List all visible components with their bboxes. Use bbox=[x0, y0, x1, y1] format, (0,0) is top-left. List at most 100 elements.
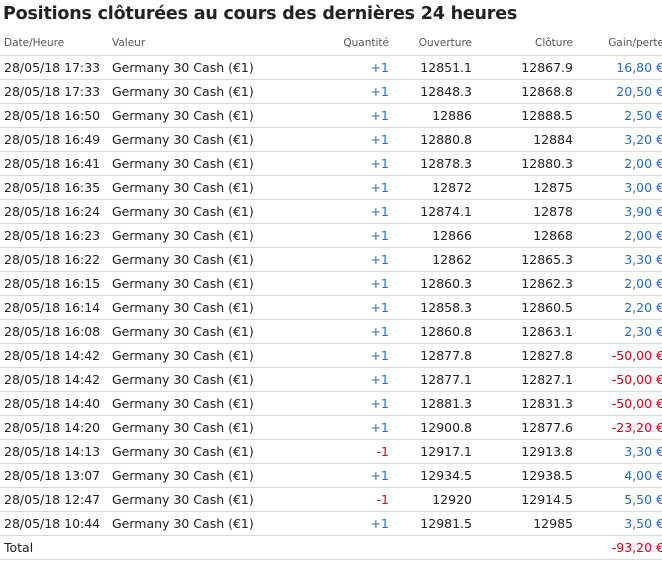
cell-date: 28/05/18 16:22 bbox=[0, 247, 108, 272]
cell-quantity: +1 bbox=[312, 295, 389, 320]
cell-date: 28/05/18 13:07 bbox=[0, 463, 108, 488]
table-row[interactable]: 28/05/18 16:41 Germany 30 Cash (€1) +1 1287… bbox=[0, 151, 662, 176]
table-row[interactable]: 28/05/18 14:13 Germany 30 Cash (€1) -1 1291… bbox=[0, 439, 662, 464]
cell-open: 12848.3 bbox=[389, 79, 472, 104]
column-header-pl[interactable]: Gain/perte bbox=[573, 31, 662, 56]
cell-pl: 2,00 € bbox=[573, 151, 662, 176]
cell-quantity: +1 bbox=[312, 79, 389, 104]
cell-date: 28/05/18 16:41 bbox=[0, 151, 108, 176]
cell-pl: 2,30 € bbox=[573, 319, 662, 344]
cell-open: 12862 bbox=[389, 247, 472, 272]
table-row[interactable]: 28/05/18 16:50 Germany 30 Cash (€1) +1 1288… bbox=[0, 103, 662, 128]
cell-date: 28/05/18 14:20 bbox=[0, 415, 108, 440]
cell-quantity: +1 bbox=[312, 103, 389, 128]
column-header-instrument[interactable]: Valeur bbox=[108, 31, 312, 56]
cell-pl: -50,00 € bbox=[573, 391, 662, 416]
table-header-row: Date/Heure Valeur Quantité Ouverture Clô… bbox=[0, 31, 662, 56]
column-header-close[interactable]: Clôture bbox=[472, 31, 573, 56]
cell-quantity: -1 bbox=[312, 439, 389, 464]
cell-date: 28/05/18 14:40 bbox=[0, 391, 108, 416]
cell-quantity: +1 bbox=[312, 391, 389, 416]
table-row[interactable]: 28/05/18 16:24 Germany 30 Cash (€1) +1 1287… bbox=[0, 199, 662, 224]
cell-open: 12886 bbox=[389, 103, 472, 128]
total-row: Total -93,20 € bbox=[0, 535, 662, 560]
cell-date: 28/05/18 16:24 bbox=[0, 199, 108, 224]
table-row[interactable]: 28/05/18 16:22 Germany 30 Cash (€1) +1 1286… bbox=[0, 247, 662, 272]
cell-pl: 3,50 € bbox=[573, 511, 662, 536]
cell-quantity: -1 bbox=[312, 487, 389, 512]
table-row[interactable]: 28/05/18 16:15 Germany 30 Cash (€1) +1 1286… bbox=[0, 271, 662, 296]
table-row[interactable]: 28/05/18 16:35 Germany 30 Cash (€1) +1 1287… bbox=[0, 175, 662, 200]
cell-instrument: Germany 30 Cash (€1) bbox=[108, 463, 312, 488]
table-row[interactable]: 28/05/18 16:08 Germany 30 Cash (€1) +1 1286… bbox=[0, 319, 662, 344]
cell-quantity: +1 bbox=[312, 367, 389, 392]
cell-open: 12851.1 bbox=[389, 55, 472, 80]
cell-pl: 20,50 € bbox=[573, 79, 662, 104]
cell-open: 12934.5 bbox=[389, 463, 472, 488]
cell-instrument: Germany 30 Cash (€1) bbox=[108, 79, 312, 104]
table-row[interactable]: 28/05/18 14:40 Germany 30 Cash (€1) +1 1288… bbox=[0, 391, 662, 416]
column-header-open[interactable]: Ouverture bbox=[389, 31, 472, 56]
table-row[interactable]: 28/05/18 10:44 Germany 30 Cash (€1) +1 1298… bbox=[0, 511, 662, 536]
cell-close: 12938.5 bbox=[472, 463, 573, 488]
cell-pl: -50,00 € bbox=[573, 343, 662, 368]
cell-pl: 16,80 € bbox=[573, 55, 662, 80]
cell-pl: 2,00 € bbox=[573, 223, 662, 248]
cell-instrument: Germany 30 Cash (€1) bbox=[108, 247, 312, 272]
table-row[interactable]: 28/05/18 16:49 Germany 30 Cash (€1) +1 1288… bbox=[0, 127, 662, 152]
cell-instrument: Germany 30 Cash (€1) bbox=[108, 271, 312, 296]
cell-open: 12866 bbox=[389, 223, 472, 248]
cell-close: 12875 bbox=[472, 175, 573, 200]
cell-date: 28/05/18 16:08 bbox=[0, 319, 108, 344]
cell-date: 28/05/18 14:13 bbox=[0, 439, 108, 464]
cell-instrument: Germany 30 Cash (€1) bbox=[108, 175, 312, 200]
column-header-quantity[interactable]: Quantité bbox=[312, 31, 389, 56]
table-row[interactable]: 28/05/18 13:07 Germany 30 Cash (€1) +1 1293… bbox=[0, 463, 662, 488]
cell-close: 12865.3 bbox=[472, 247, 573, 272]
cell-open: 12872 bbox=[389, 175, 472, 200]
total-label: Total bbox=[0, 535, 108, 560]
cell-instrument: Germany 30 Cash (€1) bbox=[108, 295, 312, 320]
cell-quantity: +1 bbox=[312, 223, 389, 248]
table-row[interactable]: 28/05/18 12:47 Germany 30 Cash (€1) -1 1292… bbox=[0, 487, 662, 512]
cell-date: 28/05/18 14:42 bbox=[0, 343, 108, 368]
cell-quantity: +1 bbox=[312, 55, 389, 80]
cell-quantity: +1 bbox=[312, 271, 389, 296]
table-row[interactable]: 28/05/18 14:42 Germany 30 Cash (€1) +1 1287… bbox=[0, 343, 662, 368]
cell-open: 12920 bbox=[389, 487, 472, 512]
table-row[interactable]: 28/05/18 16:14 Germany 30 Cash (€1) +1 1285… bbox=[0, 295, 662, 320]
cell-close: 12877.6 bbox=[472, 415, 573, 440]
cell-open: 12858.3 bbox=[389, 295, 472, 320]
cell-instrument: Germany 30 Cash (€1) bbox=[108, 367, 312, 392]
cell-quantity: +1 bbox=[312, 127, 389, 152]
cell-close: 12878 bbox=[472, 199, 573, 224]
cell-date: 28/05/18 10:44 bbox=[0, 511, 108, 536]
table-body: 28/05/18 17:33 Germany 30 Cash (€1) +1 1285… bbox=[0, 55, 662, 536]
cell-close: 12827.8 bbox=[472, 343, 573, 368]
table-row[interactable]: 28/05/18 16:23 Germany 30 Cash (€1) +1 1286… bbox=[0, 223, 662, 248]
cell-date: 28/05/18 17:33 bbox=[0, 55, 108, 80]
cell-close: 12827.1 bbox=[472, 367, 573, 392]
table-row[interactable]: 28/05/18 17:33 Germany 30 Cash (€1) +1 1285… bbox=[0, 55, 662, 80]
cell-quantity: +1 bbox=[312, 151, 389, 176]
cell-open: 12917.1 bbox=[389, 439, 472, 464]
cell-pl: 3,00 € bbox=[573, 175, 662, 200]
total-spacer bbox=[312, 535, 389, 560]
table-row[interactable]: 28/05/18 17:33 Germany 30 Cash (€1) +1 1284… bbox=[0, 79, 662, 104]
column-header-date[interactable]: Date/Heure bbox=[0, 31, 108, 56]
closed-positions-table: Date/Heure Valeur Quantité Ouverture Clô… bbox=[0, 31, 662, 560]
cell-instrument: Germany 30 Cash (€1) bbox=[108, 343, 312, 368]
cell-open: 12880.8 bbox=[389, 127, 472, 152]
cell-pl: 2,20 € bbox=[573, 295, 662, 320]
cell-close: 12884 bbox=[472, 127, 573, 152]
total-spacer bbox=[472, 535, 573, 560]
table-row[interactable]: 28/05/18 14:20 Germany 30 Cash (€1) +1 1290… bbox=[0, 415, 662, 440]
cell-instrument: Germany 30 Cash (€1) bbox=[108, 223, 312, 248]
cell-date: 28/05/18 12:47 bbox=[0, 487, 108, 512]
cell-instrument: Germany 30 Cash (€1) bbox=[108, 151, 312, 176]
cell-instrument: Germany 30 Cash (€1) bbox=[108, 391, 312, 416]
cell-date: 28/05/18 16:49 bbox=[0, 127, 108, 152]
table-row[interactable]: 28/05/18 14:42 Germany 30 Cash (€1) +1 1287… bbox=[0, 367, 662, 392]
cell-date: 28/05/18 16:35 bbox=[0, 175, 108, 200]
cell-open: 12860.8 bbox=[389, 319, 472, 344]
